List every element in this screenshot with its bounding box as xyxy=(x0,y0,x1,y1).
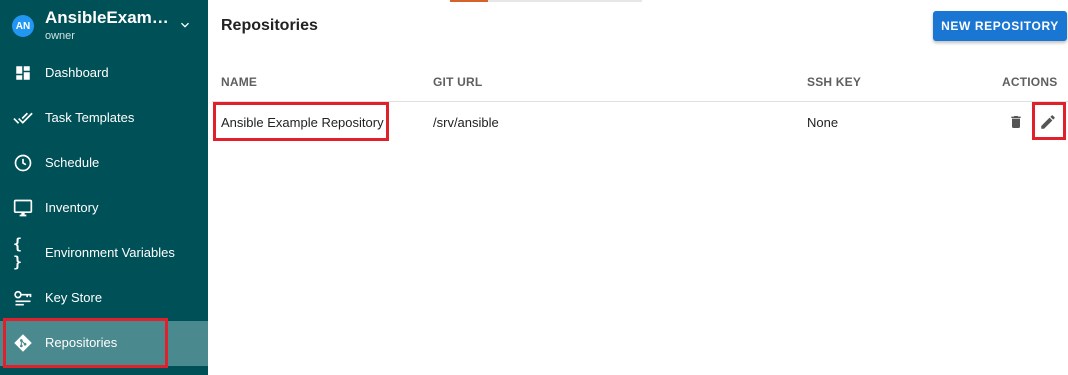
page-title: Repositories xyxy=(221,17,318,34)
new-repository-button[interactable]: NEW REPOSITORY xyxy=(933,11,1067,41)
sidebar-item-label: Environment Variables xyxy=(45,245,175,260)
delete-icon[interactable] xyxy=(1007,113,1025,131)
sidebar-item-environment-variables[interactable]: { } Environment Variables xyxy=(0,231,208,276)
column-header-actions: ACTIONS xyxy=(1002,75,1058,89)
sidebar-item-inventory[interactable]: Inventory xyxy=(0,186,208,231)
repository-name: Ansible Example Repository xyxy=(221,115,384,130)
project-role: owner xyxy=(45,30,75,42)
sidebar: AN AnsibleExampl... owner Dashboard Task… xyxy=(0,0,208,375)
main-content: Repositories NEW REPOSITORY NAME GIT URL… xyxy=(208,0,1068,375)
project-name: AnsibleExampl... xyxy=(45,8,170,27)
project-selector[interactable]: AN AnsibleExampl... owner xyxy=(0,0,208,52)
sidebar-item-dashboard[interactable]: Dashboard xyxy=(0,51,208,96)
sidebar-item-schedule[interactable]: Schedule xyxy=(0,141,208,186)
key-icon xyxy=(13,288,33,308)
column-header-git-url[interactable]: GIT URL xyxy=(433,75,482,89)
column-header-name[interactable]: NAME xyxy=(221,75,257,89)
sidebar-item-label: Task Templates xyxy=(45,110,135,125)
sidebar-item-task-templates[interactable]: Task Templates xyxy=(0,96,208,141)
sidebar-item-label: Key Store xyxy=(45,290,103,305)
double-check-icon xyxy=(13,108,33,128)
edit-icon[interactable] xyxy=(1039,113,1057,131)
chevron-down-icon[interactable] xyxy=(177,17,193,33)
sidebar-item-label: Dashboard xyxy=(45,65,109,80)
sidebar-item-key-store[interactable]: Key Store xyxy=(0,276,208,321)
column-header-ssh-key[interactable]: SSH KEY xyxy=(807,75,861,89)
sidebar-item-label: Schedule xyxy=(45,155,100,170)
sidebar-item-label: Repositories xyxy=(45,335,118,350)
sidebar-item-label: Inventory xyxy=(45,200,99,215)
repository-git-url: /srv/ansible xyxy=(433,115,499,130)
loading-bar xyxy=(450,0,642,2)
table-divider xyxy=(212,101,1068,102)
project-avatar: AN xyxy=(12,15,34,37)
sidebar-item-repositories[interactable]: Repositories xyxy=(0,321,208,366)
git-icon xyxy=(13,333,33,353)
clock-icon xyxy=(13,153,33,173)
braces-icon: { } xyxy=(13,235,23,271)
repository-ssh-key: None xyxy=(807,115,839,130)
monitor-icon xyxy=(13,198,33,218)
dashboard-icon xyxy=(13,63,33,83)
